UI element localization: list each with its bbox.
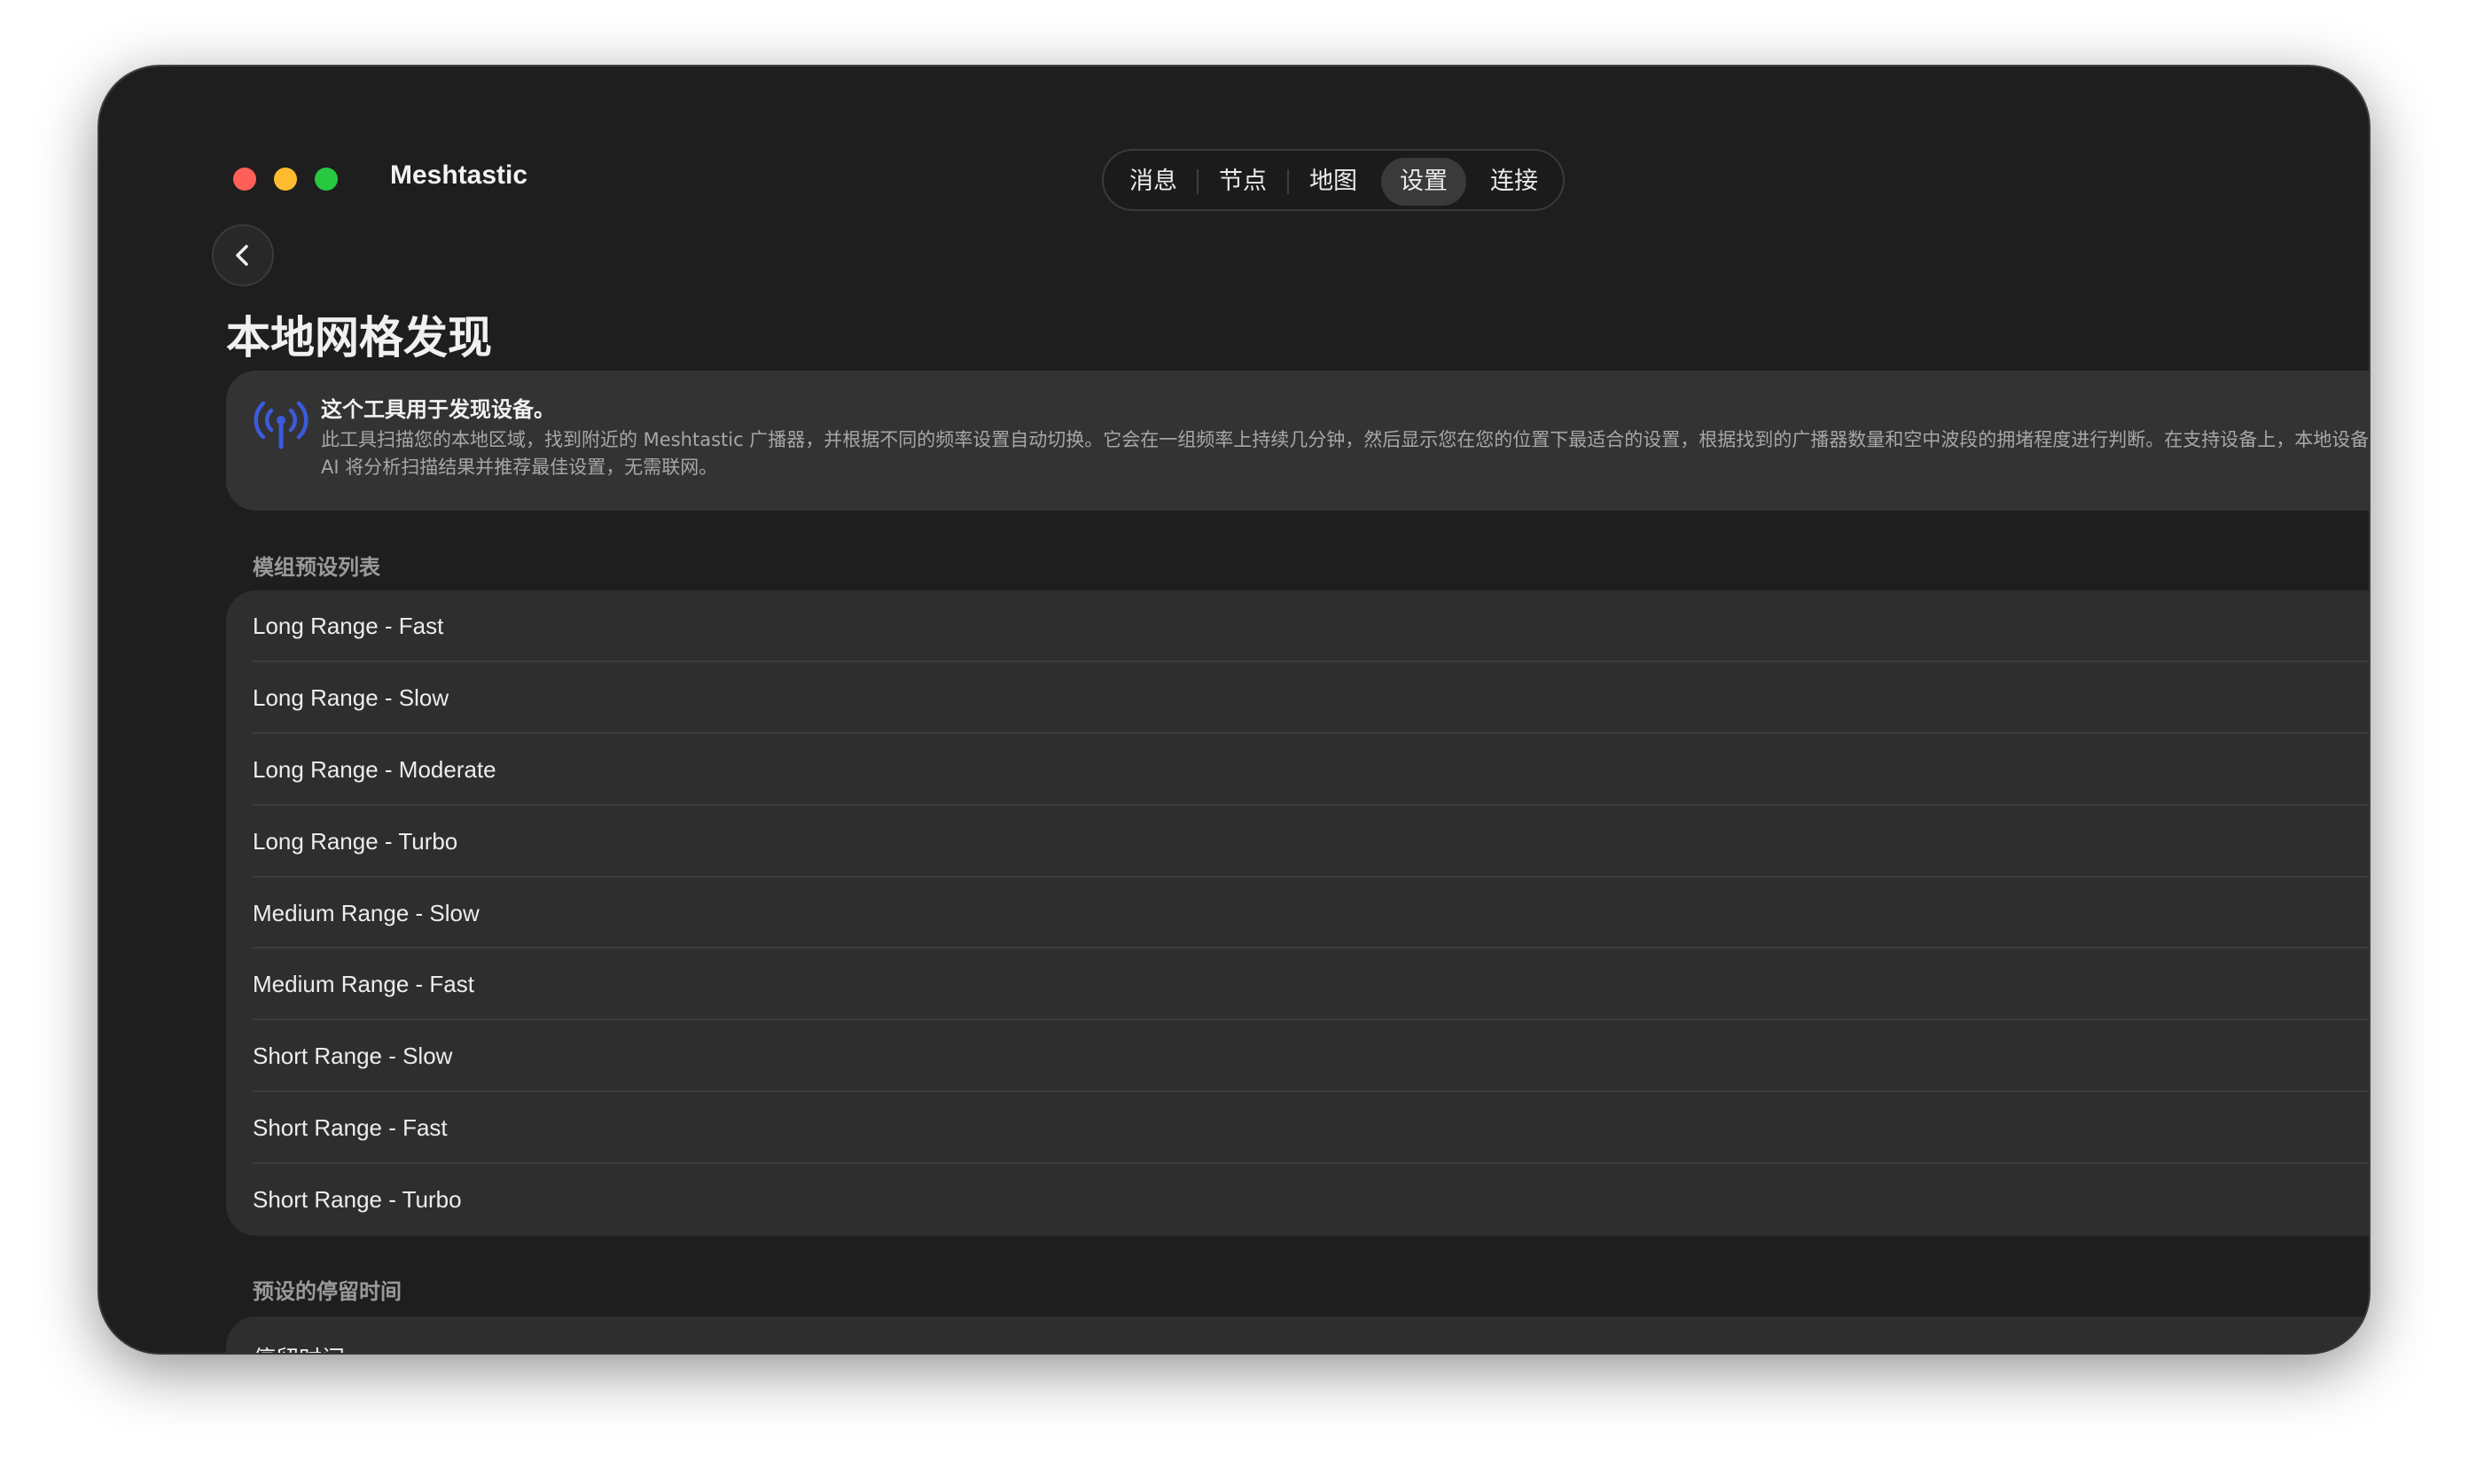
tab-divider (1197, 169, 1199, 194)
antenna-radiowaves-icon (254, 401, 308, 449)
preset-item-long-range-slow[interactable]: Long Range - Slow (226, 662, 2369, 734)
app-title: Meshtastic (390, 160, 528, 190)
banner-title: 这个工具用于发现设备。 (321, 397, 555, 422)
back-button[interactable] (212, 224, 274, 286)
tab-messages[interactable]: 消息 (1111, 158, 1196, 206)
preset-item-short-range-slow[interactable]: Short Range - Slow (226, 1020, 2369, 1093)
window-minimize-button[interactable] (274, 168, 297, 191)
preset-item-short-range-turbo[interactable]: Short Range - Turbo (226, 1164, 2369, 1236)
preset-item-long-range-fast[interactable]: Long Range - Fast (226, 590, 2369, 662)
dwell-time-row: 停留时间 15分钟 (226, 1316, 2369, 1353)
tab-map[interactable]: 地图 (1291, 158, 1376, 206)
tab-connect[interactable]: 连接 (1472, 158, 1557, 206)
preset-item-long-range-moderate[interactable]: Long Range - Moderate (226, 734, 2369, 806)
banner-description: 此工具扫描您的本地区域，找到附近的 Meshtastic 广播器，并根据不同的频… (321, 429, 2369, 478)
presets-section-label: 模组预设列表 (253, 555, 380, 580)
tab-settings[interactable]: 设置 (1381, 158, 1466, 206)
preset-list: Long Range - Fast Long Range - Slow Long… (226, 590, 2369, 1236)
dwell-time-picker[interactable]: 15分钟 (2321, 1338, 2369, 1354)
tab-divider (1287, 169, 1289, 194)
preset-item-medium-range-fast[interactable]: Medium Range - Fast (226, 949, 2369, 1021)
preset-item-medium-range-slow[interactable]: Medium Range - Slow (226, 878, 2369, 949)
window-close-button[interactable] (233, 168, 256, 191)
tab-nodes[interactable]: 节点 (1200, 158, 1285, 206)
tab-bar: 消息 节点 地图 设置 连接 (1102, 149, 1565, 211)
app-window: Meshtastic 消息 节点 地图 设置 连接 本地网格发现 这个工具用于发… (99, 66, 2369, 1353)
dwell-time-value: 15分钟 (2321, 1344, 2369, 1354)
dwell-time-label: 停留时间 (253, 1316, 345, 1353)
preset-item-short-range-fast[interactable]: Short Range - Fast (226, 1092, 2369, 1165)
chevron-left-icon (236, 245, 248, 266)
preset-item-long-range-turbo[interactable]: Long Range - Turbo (226, 806, 2369, 878)
dwell-section-label: 预设的停留时间 (253, 1279, 402, 1304)
window-maximize-button[interactable] (315, 168, 338, 191)
page-title: 本地网格发现 (226, 312, 492, 363)
info-banner: 这个工具用于发现设备。 此工具扫描您的本地区域，找到附近的 Meshtastic… (226, 371, 2369, 511)
